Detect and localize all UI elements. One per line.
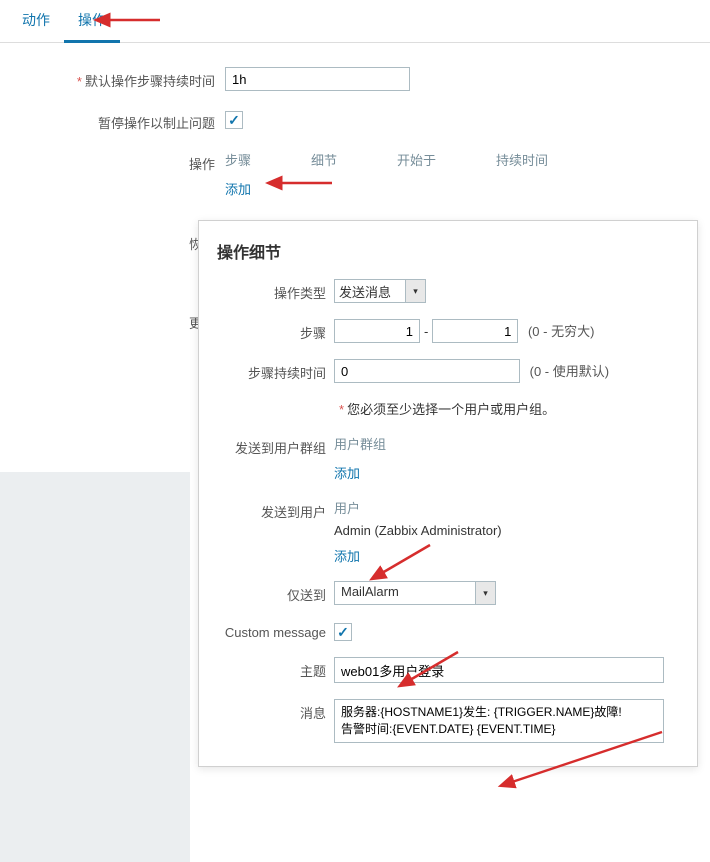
label-step-duration: 步骤持续时间 bbox=[199, 359, 334, 382]
tab-operations[interactable]: 操作 bbox=[64, 0, 120, 43]
label-subject: 主题 bbox=[199, 657, 334, 680]
textarea-message[interactable] bbox=[334, 699, 664, 743]
require-warning: 您必须至少选择一个用户或用户组。 bbox=[347, 402, 555, 417]
input-default-step-duration[interactable] bbox=[225, 67, 410, 91]
input-subject[interactable] bbox=[334, 657, 664, 683]
users-header: 用户 bbox=[334, 498, 681, 517]
label-update: 更新 bbox=[0, 309, 225, 332]
select-send-only[interactable]: MailAlarm bbox=[334, 581, 476, 605]
ops-header-duration: 持续时间 bbox=[496, 150, 548, 169]
user-item-admin: Admin (Zabbix Administrator) bbox=[334, 523, 681, 538]
label-op-type: 操作类型 bbox=[199, 279, 334, 302]
link-add-group[interactable]: 添加 bbox=[334, 466, 360, 481]
checkbox-pause-suppressed[interactable] bbox=[225, 111, 243, 129]
tab-action[interactable]: 动作 bbox=[8, 0, 64, 42]
label-send-users: 发送到用户 bbox=[199, 498, 334, 521]
select-op-type[interactable]: 发送消息 bbox=[334, 279, 406, 303]
select-op-type-btn[interactable]: ▾ bbox=[406, 279, 426, 303]
link-add-operation[interactable]: 添加 bbox=[225, 182, 251, 197]
label-pause-suppressed: 暂停操作以制止问题 bbox=[0, 109, 225, 132]
label-custom-message: Custom message bbox=[199, 621, 334, 640]
input-step-duration[interactable] bbox=[334, 359, 520, 383]
ops-header-details: 细节 bbox=[311, 150, 397, 169]
label-operations: 操作 bbox=[0, 150, 225, 173]
label-send-only: 仅送到 bbox=[199, 581, 334, 604]
label-send-groups: 发送到用户群组 bbox=[199, 434, 334, 457]
label-default-step-duration: *默认操作步骤持续时间 bbox=[0, 67, 225, 90]
label-recovery: 恢复 bbox=[0, 230, 225, 253]
operation-details-popup: 操作细节 操作类型 发送消息▾ 步骤 - (0 - 无穷大) 步骤持续时间 (0… bbox=[198, 220, 698, 767]
link-add-user[interactable]: 添加 bbox=[334, 549, 360, 564]
label-steps: 步骤 bbox=[199, 319, 334, 342]
hint-step-duration: (0 - 使用默认) bbox=[530, 364, 609, 379]
select-send-only-btn[interactable]: ▾ bbox=[476, 581, 496, 605]
label-message: 消息 bbox=[199, 699, 334, 722]
ops-header-start: 开始于 bbox=[397, 150, 496, 169]
popup-title: 操作细节 bbox=[199, 239, 697, 279]
ops-header-steps: 步骤 bbox=[225, 150, 311, 169]
checkbox-custom-message[interactable] bbox=[334, 623, 352, 641]
input-step-to[interactable] bbox=[432, 319, 518, 343]
groups-header: 用户群组 bbox=[334, 434, 681, 453]
hint-step-inf: (0 - 无穷大) bbox=[528, 324, 594, 339]
input-step-from[interactable] bbox=[334, 319, 420, 343]
